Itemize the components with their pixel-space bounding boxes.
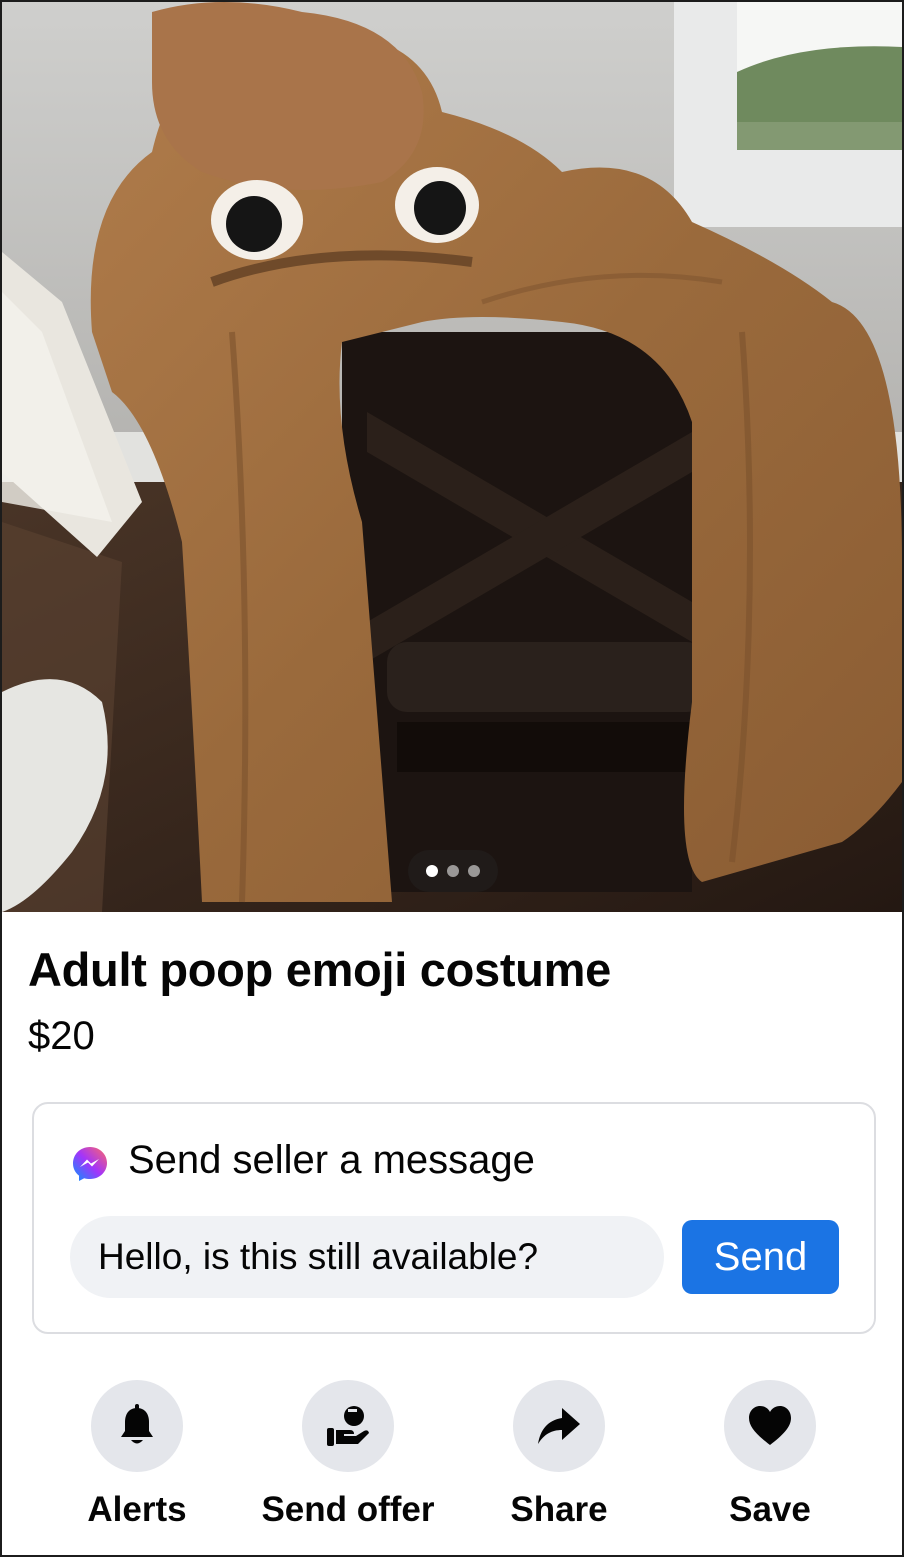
carousel-dot — [468, 865, 480, 877]
listing-photo[interactable] — [2, 2, 902, 912]
message-card-heading: Send seller a message — [128, 1137, 535, 1182]
send-offer-label: Send offer — [261, 1490, 435, 1529]
share-button[interactable]: Share — [449, 1380, 669, 1530]
heart-icon — [749, 1406, 791, 1445]
message-seller-card: Send seller a message Send — [32, 1102, 876, 1334]
save-label: Save — [729, 1490, 811, 1529]
app-frame: Adult poop emoji costume $20 Send seller… — [0, 0, 904, 1557]
carousel-indicator[interactable] — [408, 850, 498, 892]
send-offer-icon-circle[interactable] — [302, 1380, 394, 1472]
costume-photo — [2, 2, 902, 912]
save-icon-circle[interactable] — [724, 1380, 816, 1472]
share-icon-circle[interactable] — [513, 1380, 605, 1472]
share-icon — [538, 1408, 580, 1444]
alerts-button[interactable]: Alerts — [27, 1380, 247, 1530]
message-card-header: Send seller a message — [70, 1136, 535, 1184]
share-label: Share — [510, 1490, 608, 1529]
send-button[interactable]: Send — [682, 1220, 839, 1294]
save-button[interactable]: Save — [660, 1380, 880, 1530]
listing-price: $20 — [28, 1014, 95, 1058]
bell-icon — [121, 1404, 153, 1444]
action-bar: Alerts Send offer Share Save — [2, 1380, 902, 1540]
carousel-dot-active — [426, 865, 438, 877]
alerts-icon-circle[interactable] — [91, 1380, 183, 1472]
send-offer-button[interactable]: Send offer — [238, 1380, 458, 1530]
messenger-icon — [73, 1147, 107, 1181]
alerts-label: Alerts — [87, 1490, 187, 1529]
carousel-dot — [447, 865, 459, 877]
listing-title: Adult poop emoji costume — [28, 943, 611, 996]
offer-icon — [327, 1406, 369, 1446]
message-input[interactable] — [70, 1216, 664, 1298]
